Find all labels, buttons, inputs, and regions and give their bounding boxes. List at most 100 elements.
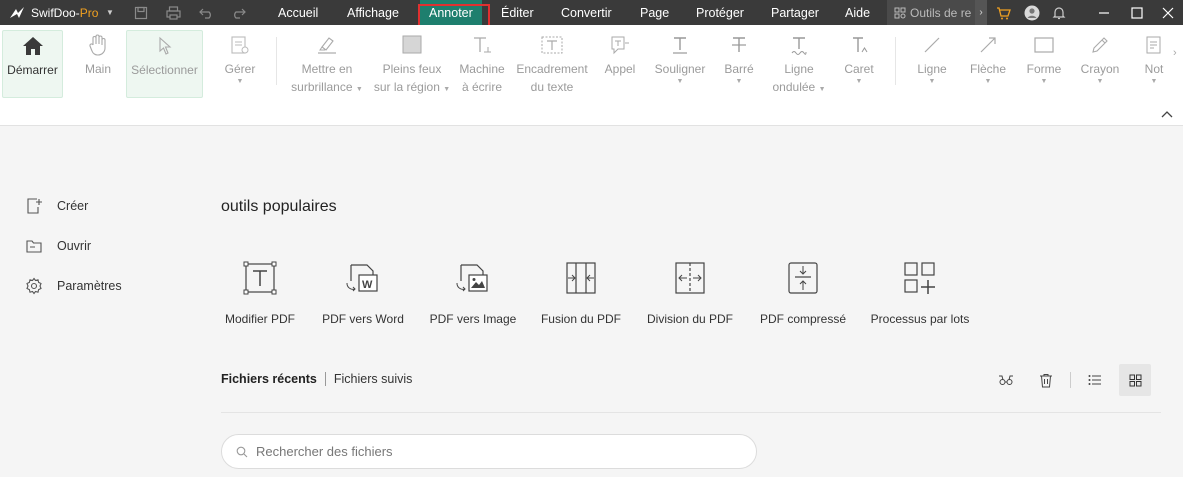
tool-gerer[interactable]: Gérer ▼ (218, 30, 262, 98)
dropdown-caret-icon: ▼ (818, 86, 826, 93)
tool-encadrement[interactable]: Encadrement du texte (514, 30, 590, 98)
minimize-icon[interactable] (1093, 0, 1115, 25)
pdf-to-image-icon (455, 258, 491, 298)
area-highlight-icon (401, 30, 423, 60)
tool-label: Machine (459, 62, 505, 76)
grid-view-icon[interactable] (1119, 364, 1151, 396)
popular-tool-label: PDF vers Image (429, 312, 517, 326)
cart-icon[interactable] (992, 0, 1014, 25)
popular-tool-pdf-compresse[interactable]: PDF compressé (759, 258, 847, 326)
tool-label-2: surbrillance (291, 80, 353, 94)
list-view-icon[interactable] (1079, 364, 1111, 396)
compress-pdf-icon (786, 258, 820, 298)
tool-selectionner[interactable]: Sélectionner (126, 30, 203, 98)
popular-tool-modifier-pdf[interactable]: Modifier PDF (221, 258, 299, 326)
menu-page[interactable]: Page (640, 0, 669, 25)
menu-editer[interactable]: Éditer (501, 0, 534, 25)
section-divider (221, 412, 1161, 413)
sidebar-item-creer[interactable]: Créer (25, 197, 88, 215)
tool-label: Gérer (224, 62, 256, 76)
menu-annoter[interactable]: Annoter (420, 0, 482, 25)
menu-aide[interactable]: Aide (845, 0, 870, 25)
app-name[interactable]: SwifDoo- Pro (31, 0, 98, 25)
save-icon[interactable] (130, 0, 152, 25)
tool-souligner[interactable]: Souligner ▼ (651, 30, 709, 98)
undo-icon[interactable] (195, 0, 217, 25)
bell-icon[interactable] (1048, 0, 1070, 25)
tool-machine-a-ecrire[interactable]: Machine à écrire (455, 30, 509, 98)
print-icon[interactable] (162, 0, 184, 25)
menu-proteger[interactable]: Protéger (696, 0, 744, 25)
tools-search-box[interactable]: Outils de re (887, 0, 975, 25)
tool-surbrillance[interactable]: Mettre en surbrillance ▼ (288, 30, 366, 98)
close-icon[interactable] (1157, 0, 1179, 25)
trash-icon[interactable] (1030, 364, 1062, 396)
popular-tool-label: PDF compressé (759, 312, 847, 326)
tool-main[interactable]: Main (72, 30, 124, 98)
popular-tool-pdf-vers-word[interactable]: W PDF vers Word (321, 258, 405, 326)
menu-affichage[interactable]: Affichage (347, 0, 399, 25)
sidebar-item-label: Créer (57, 199, 89, 213)
tools-search-text: Outils de re (910, 5, 972, 20)
menu-accueil[interactable]: Accueil (278, 0, 318, 25)
tool-appel[interactable]: Appel (598, 30, 642, 98)
popular-tool-label: Modifier PDF (224, 312, 295, 326)
sidebar-item-label: Paramètres (57, 279, 122, 293)
dropdown-caret-icon: ▼ (855, 78, 863, 85)
tool-caret[interactable]: Caret ▼ (840, 30, 878, 98)
hand-icon (88, 30, 108, 60)
arrow-icon (978, 30, 998, 60)
chevron-right-icon[interactable]: › (975, 0, 987, 25)
tool-label: Ligne (784, 62, 814, 76)
tool-label: Démarrer (7, 63, 58, 77)
dropdown-caret-icon: ▼ (928, 78, 936, 85)
tool-label: Appel (604, 62, 636, 76)
sidebar-item-parametres[interactable]: Paramètres (25, 277, 122, 295)
tool-demarrer[interactable]: Démarrer (2, 30, 63, 98)
popular-tool-pdf-vers-image[interactable]: PDF vers Image (429, 258, 517, 326)
tool-crayon[interactable]: Crayon ▼ (1077, 30, 1123, 98)
files-tabs: Fichiers récents Fichiers suivis (221, 372, 412, 386)
sidebar-item-label: Ouvrir (57, 239, 92, 253)
popular-tool-fusion-pdf[interactable]: Fusion du PDF (540, 258, 622, 326)
tool-barre[interactable]: Barré ▼ (719, 30, 759, 98)
maximize-icon[interactable] (1126, 0, 1148, 25)
tool-fleche[interactable]: Flèche ▼ (966, 30, 1010, 98)
tab-fichiers-recents[interactable]: Fichiers récents (221, 372, 317, 386)
tool-pleins-feux[interactable]: Pleins feux sur la région ▼ (372, 30, 452, 98)
dropdown-caret-icon: ▼ (735, 78, 743, 85)
swifdoo-logo-icon (8, 0, 26, 25)
tool-forme[interactable]: Forme ▼ (1022, 30, 1066, 98)
merge-pdf-icon (564, 258, 598, 298)
tool-label-2: ondulée (772, 80, 816, 94)
dropdown-caret-icon: ▼ (676, 78, 684, 85)
tool-ligne-ondulee[interactable]: Ligne ondulée ▼ (772, 30, 826, 98)
collapse-ribbon-icon[interactable] (1161, 109, 1173, 121)
tab-fichiers-suivis[interactable]: Fichiers suivis (334, 372, 413, 386)
gear-icon (26, 277, 42, 295)
redo-icon[interactable] (227, 0, 249, 25)
pencil-icon (1090, 30, 1110, 60)
file-search-input[interactable] (256, 444, 736, 459)
ribbon-scroll-right-icon[interactable]: › (1173, 47, 1177, 59)
file-search-bar[interactable] (221, 434, 757, 469)
ribbon-divider (895, 37, 896, 85)
popular-tool-division-pdf[interactable]: Division du PDF (645, 258, 735, 326)
menu-partager[interactable]: Partager (771, 0, 819, 25)
tool-label: Sélectionner (131, 63, 198, 77)
tool-label-2: à écrire (461, 80, 502, 94)
note-icon (1144, 30, 1164, 60)
popular-tool-label: Division du PDF (646, 312, 734, 326)
user-avatar-icon[interactable] (1021, 0, 1043, 25)
tool-ligne[interactable]: Ligne ▼ (910, 30, 954, 98)
popular-tool-processus-par-lots[interactable]: Processus par lots (870, 258, 970, 326)
home-icon (22, 31, 44, 61)
tool-label-2: du texte (530, 80, 574, 94)
split-pdf-icon (673, 258, 707, 298)
dropdown-caret-icon: ▼ (443, 86, 451, 93)
tool-note[interactable]: Not ▼ (1138, 30, 1170, 98)
glasses-view-icon[interactable] (990, 364, 1022, 396)
app-menu-caret-icon[interactable]: ▼ (106, 0, 114, 25)
menu-convertir[interactable]: Convertir (561, 0, 612, 25)
sidebar-item-ouvrir[interactable]: Ouvrir (25, 237, 91, 255)
